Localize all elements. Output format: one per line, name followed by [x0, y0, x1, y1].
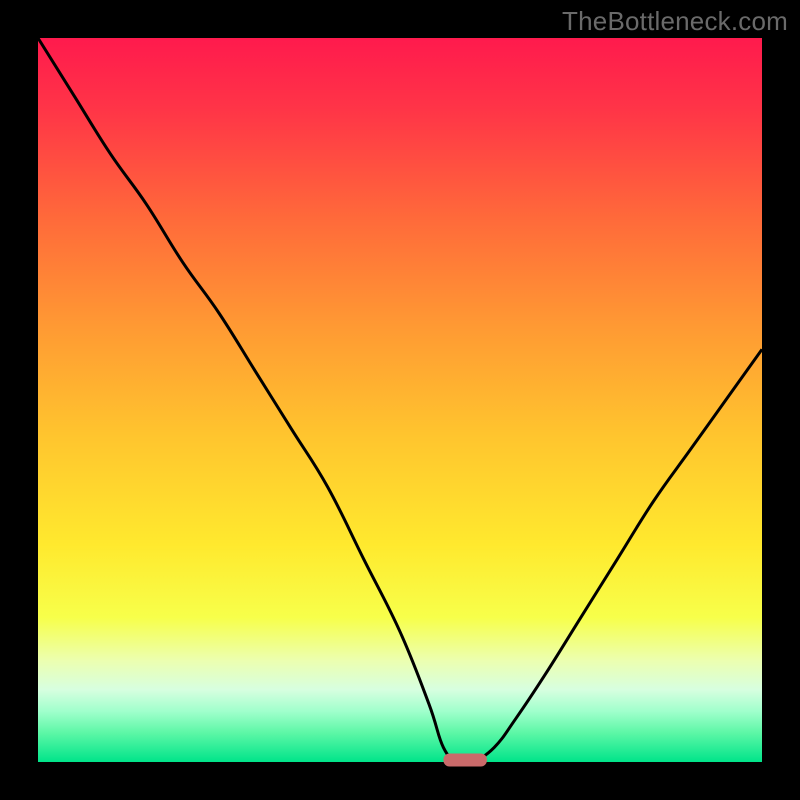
chart-svg: [0, 0, 800, 800]
watermark-text: TheBottleneck.com: [562, 6, 788, 37]
optimal-marker: [443, 754, 486, 767]
plot-area: [38, 38, 762, 762]
chart-container: TheBottleneck.com: [0, 0, 800, 800]
